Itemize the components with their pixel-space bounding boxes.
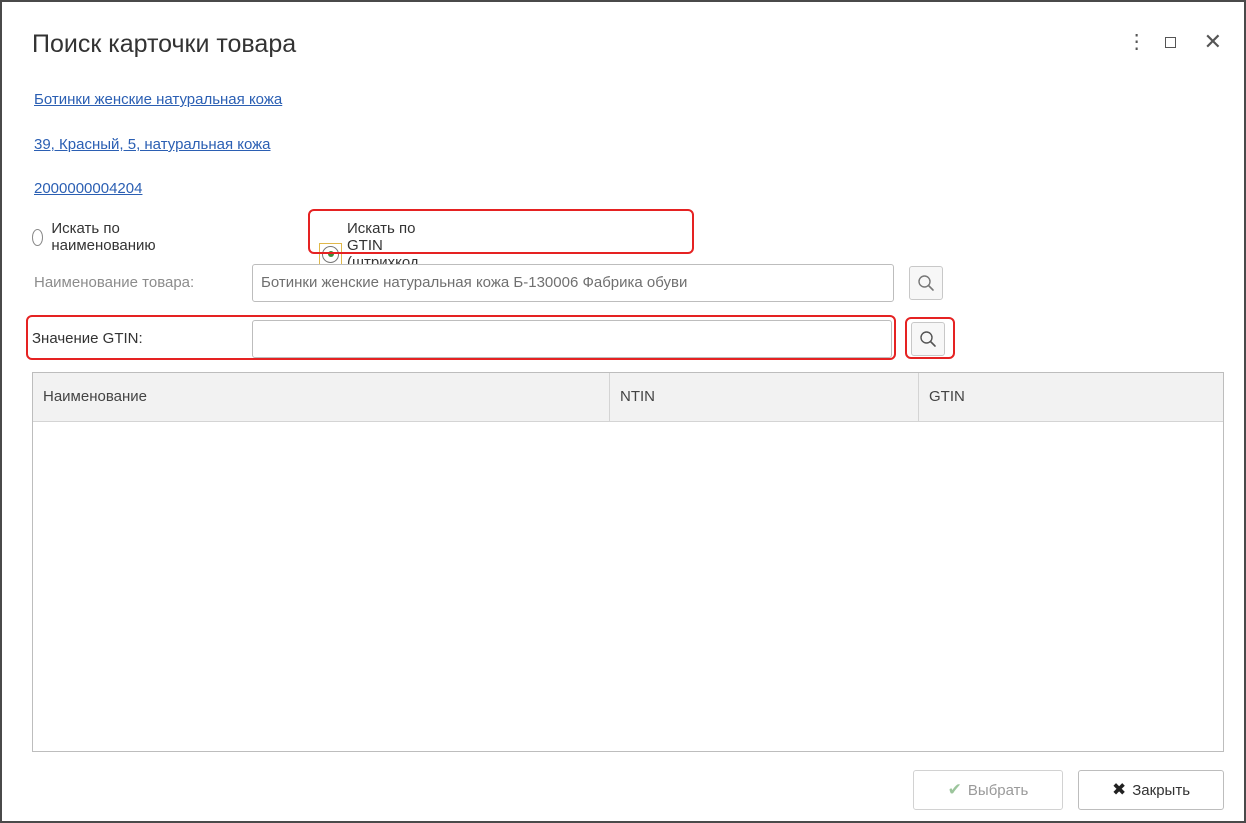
column-header-ntin[interactable]: NTIN (610, 373, 919, 421)
radio-focus-frame (319, 242, 342, 266)
radio-label-name: Искать по наименованию (51, 220, 156, 254)
radio-circle-name[interactable] (32, 228, 44, 246)
column-header-gtin[interactable]: GTIN (919, 373, 1223, 421)
name-search-button[interactable] (909, 266, 943, 300)
dialog-title: Поиск карточки товара (32, 30, 297, 58)
table-header: Наименование NTIN GTIN (33, 373, 1223, 422)
search-icon (920, 331, 936, 347)
name-field-label: Наименование товара: (34, 274, 195, 291)
close-button[interactable]: ✖ Закрыть (1078, 770, 1224, 810)
more-options-icon[interactable]: ⋮ (1127, 32, 1147, 52)
results-table[interactable]: Наименование NTIN GTIN (32, 372, 1224, 752)
gtin-input[interactable] (252, 320, 892, 358)
characteristic-link[interactable]: 39, Красный, 5, натуральная кожа (34, 136, 271, 153)
column-header-name[interactable]: Наименование (33, 373, 610, 421)
window-controls: ⋮ ✕ (1127, 31, 1222, 53)
maximize-icon[interactable] (1164, 36, 1176, 48)
product-name-input[interactable]: Ботинки женские натуральная кожа Б-13000… (252, 264, 894, 302)
checkmark-icon: ✔ (947, 780, 962, 799)
dialog-window: Поиск карточки товара ⋮ ✕ Ботинки женски… (0, 0, 1246, 823)
close-window-icon[interactable]: ✕ (1204, 31, 1222, 53)
select-button[interactable]: ✔ Выбрать (913, 770, 1063, 810)
product-link[interactable]: Ботинки женские натуральная кожа (34, 91, 282, 108)
close-icon: ✖ (1111, 780, 1127, 799)
radio-search-by-name[interactable]: Искать по наименованию (32, 220, 161, 254)
gtin-field-label: Значение GTIN: (32, 330, 143, 347)
select-button-label: Выбрать (967, 781, 1029, 799)
radio-circle-gtin[interactable] (322, 245, 339, 263)
close-button-label: Закрыть (1132, 781, 1191, 799)
barcode-link[interactable]: 2000000004204 (34, 180, 142, 197)
search-icon (918, 275, 934, 291)
gtin-search-button[interactable] (911, 322, 945, 356)
